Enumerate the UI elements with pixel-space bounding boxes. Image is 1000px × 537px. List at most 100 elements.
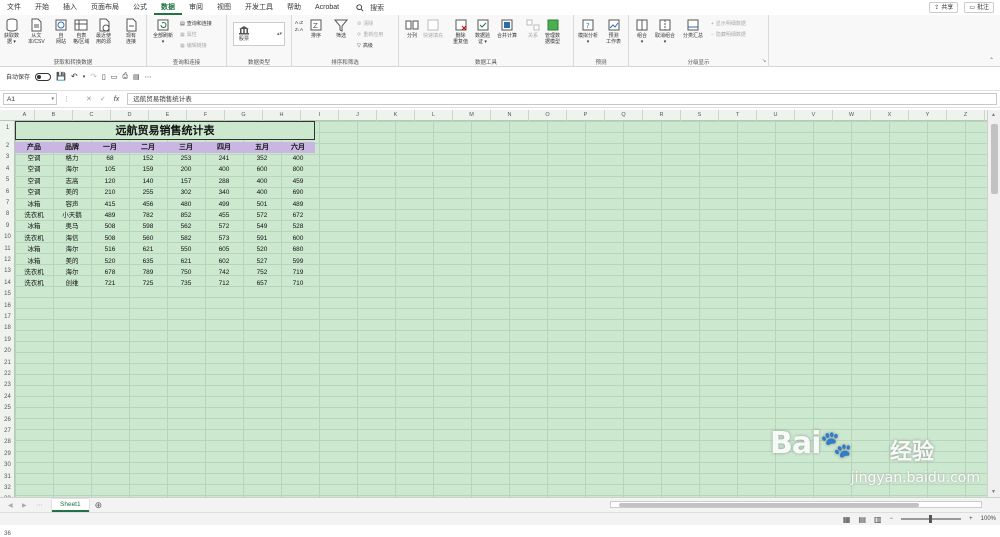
column-header-B[interactable]: B	[35, 110, 73, 121]
queries-connections-button[interactable]: ▤ 查询和连接	[180, 20, 212, 28]
table-cell[interactable]: 洗衣机	[15, 278, 53, 290]
open-icon[interactable]: ▭	[111, 73, 118, 81]
row-header[interactable]: 5	[0, 177, 15, 183]
column-header-L[interactable]: L	[415, 110, 453, 121]
header-cell[interactable]: 一月	[91, 142, 129, 153]
table-cell[interactable]: 400	[205, 164, 243, 176]
column-header-Q[interactable]: Q	[605, 110, 643, 121]
table-cell[interactable]: 572	[243, 210, 281, 222]
row-header[interactable]: 10	[0, 234, 15, 240]
row-header[interactable]: 31	[0, 474, 15, 480]
what-if-button[interactable]: ? 模拟分析 ▾	[578, 18, 598, 45]
table-cell[interactable]: 508	[91, 221, 129, 233]
column-header-I[interactable]: I	[301, 110, 339, 121]
from-web-button[interactable]: 自 网站	[54, 18, 68, 45]
table-cell[interactable]: 241	[205, 153, 243, 165]
table-cell[interactable]: 800	[281, 164, 315, 176]
table-cell[interactable]: 海尔	[53, 244, 91, 256]
flash-fill-button[interactable]: 快速填充	[423, 18, 443, 39]
table-cell[interactable]: 冰箱	[15, 221, 53, 233]
collapse-ribbon-icon[interactable]: ⌃	[989, 57, 994, 64]
table-cell[interactable]: 501	[243, 199, 281, 211]
row-header[interactable]: 4	[0, 166, 15, 172]
table-cell[interactable]: 752	[243, 267, 281, 279]
name-box[interactable]: A1 ▾	[3, 93, 57, 105]
table-cell[interactable]: 157	[167, 176, 205, 188]
table-cell[interactable]: 洗衣机	[15, 210, 53, 222]
table-cell[interactable]: 480	[167, 199, 205, 211]
row-header[interactable]: 1	[0, 125, 15, 131]
sort-az-button[interactable]: A↓Z Z↓A	[295, 20, 303, 32]
table-cell[interactable]: 690	[281, 187, 315, 199]
properties-button[interactable]: ▦ 属性	[180, 31, 197, 39]
table-cell[interactable]: 容声	[53, 199, 91, 211]
tab-2[interactable]: 插入	[56, 0, 84, 15]
column-header-C[interactable]: C	[73, 110, 111, 121]
horizontal-scroll-thumb[interactable]	[619, 503, 919, 507]
new-file-icon[interactable]: ▯	[102, 73, 106, 81]
table-cell[interactable]: 599	[281, 256, 315, 268]
print-preview-icon[interactable]: ▤	[133, 73, 140, 81]
table-cell[interactable]: 小天鹅	[53, 210, 91, 222]
from-csv-button[interactable]: 从文 本/CSV	[28, 18, 45, 45]
table-cell[interactable]: 400	[243, 187, 281, 199]
table-cell[interactable]: 725	[129, 278, 167, 290]
column-header-Z[interactable]: Z	[947, 110, 985, 121]
hide-detail-button[interactable]: − 隐藏明细数据	[711, 31, 746, 39]
ungroup-button[interactable]: 取消组合 ▾	[655, 18, 675, 45]
table-cell[interactable]: 712	[205, 278, 243, 290]
name-box-dropdown-icon[interactable]: ▾	[51, 94, 54, 105]
row-header[interactable]: 9	[0, 223, 15, 229]
column-header-A[interactable]: A	[15, 110, 35, 121]
row-header[interactable]: 16	[0, 303, 15, 309]
table-cell[interactable]: 159	[129, 164, 167, 176]
table-cell[interactable]: 635	[129, 256, 167, 268]
header-cell[interactable]: 三月	[167, 142, 205, 153]
sort-button[interactable]: Z 排序	[309, 18, 323, 39]
vertical-scroll-thumb[interactable]	[991, 124, 998, 194]
table-cell[interactable]: 美的	[53, 187, 91, 199]
prev-sheet-icon[interactable]: ◀	[8, 502, 13, 509]
table-cell[interactable]: 573	[205, 233, 243, 245]
undo-icon[interactable]: ↶	[71, 72, 78, 81]
zoom-out-icon[interactable]: −	[890, 516, 894, 522]
table-cell[interactable]: 456	[129, 199, 167, 211]
row-header[interactable]: 29	[0, 451, 15, 457]
table-cell[interactable]: 742	[205, 267, 243, 279]
column-header-V[interactable]: V	[795, 110, 833, 121]
column-header-E[interactable]: E	[149, 110, 187, 121]
table-cell[interactable]: 创维	[53, 278, 91, 290]
table-cell[interactable]: 499	[205, 199, 243, 211]
table-cell[interactable]: 120	[91, 176, 129, 188]
table-cell[interactable]: 520	[91, 256, 129, 268]
table-cell[interactable]: 782	[129, 210, 167, 222]
tab-6[interactable]: 审阅	[182, 0, 210, 15]
table-cell[interactable]: 200	[167, 164, 205, 176]
zoom-in-icon[interactable]: +	[969, 516, 973, 522]
dialog-launcher-icon[interactable]: ↘	[762, 58, 766, 64]
header-cell[interactable]: 五月	[243, 142, 281, 153]
reapply-button[interactable]: ⟳ 重新应用	[357, 31, 383, 39]
row-header[interactable]: 32	[0, 485, 15, 491]
table-cell[interactable]: 美的	[53, 256, 91, 268]
column-header-U[interactable]: U	[757, 110, 795, 121]
table-cell[interactable]: 105	[91, 164, 129, 176]
data-type-gallery[interactable]: 股票 ▴▾	[233, 22, 285, 46]
table-cell[interactable]: 空调	[15, 176, 53, 188]
autosave-toggle[interactable]	[35, 72, 52, 81]
table-cell[interactable]: 605	[205, 244, 243, 256]
table-cell[interactable]: 735	[167, 278, 205, 290]
row-header[interactable]: 8	[0, 211, 15, 217]
table-cell[interactable]: 空调	[15, 153, 53, 165]
scroll-down-icon[interactable]: ▼	[991, 489, 996, 495]
table-cell[interactable]: 549	[243, 221, 281, 233]
sheet-title-cell[interactable]: 远航贸易销售统计表	[15, 121, 315, 140]
table-cell[interactable]: 489	[281, 199, 315, 211]
table-cell[interactable]: 600	[243, 164, 281, 176]
column-header-F[interactable]: F	[187, 110, 225, 121]
column-header-P[interactable]: P	[567, 110, 605, 121]
table-cell[interactable]: 527	[243, 256, 281, 268]
column-header-O[interactable]: O	[529, 110, 567, 121]
row-header[interactable]: 24	[0, 394, 15, 400]
vertical-scrollbar[interactable]: ▲ ▼	[987, 110, 1000, 497]
